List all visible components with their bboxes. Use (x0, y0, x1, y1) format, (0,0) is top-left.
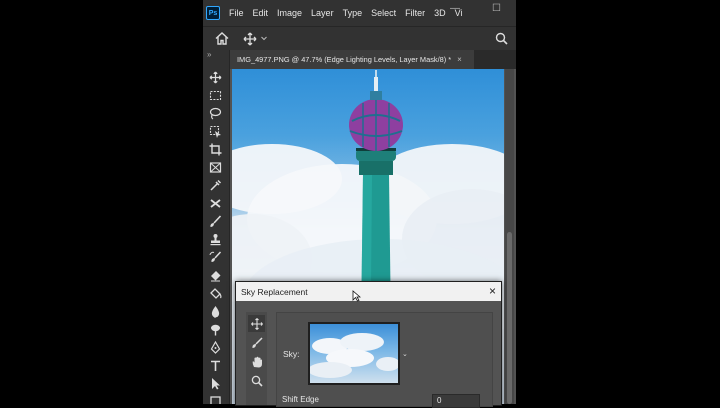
sky-preview-image (310, 333, 398, 378)
minimize-button[interactable]: — (450, 3, 460, 14)
sky-preset-thumbnail[interactable] (308, 322, 400, 385)
photoshop-logo: Ps (206, 6, 220, 20)
close-tab-icon[interactable]: × (457, 55, 462, 64)
search-icon[interactable] (495, 32, 508, 45)
blur-tool-icon[interactable] (207, 304, 224, 319)
sky-dropdown-chevron-icon[interactable]: ⌄ (402, 350, 408, 358)
menu-edit[interactable]: Edit (253, 8, 269, 18)
healing-tool-icon[interactable] (207, 196, 224, 211)
menu-bar: Ps File Edit Image Layer Type Select Fil… (203, 0, 516, 26)
move-sky-tool-icon[interactable] (248, 315, 265, 332)
move-tool-icon[interactable] (207, 70, 224, 85)
frame-tool-icon[interactable] (207, 160, 224, 175)
shift-edge-label: Shift Edge (282, 395, 319, 404)
move-icon[interactable] (243, 32, 257, 46)
hand-tool-icon[interactable] (248, 353, 265, 370)
menu-3d[interactable]: 3D (434, 8, 446, 18)
home-icon[interactable] (215, 32, 229, 45)
menu-select[interactable]: Select (371, 8, 396, 18)
pen-tool-icon[interactable] (207, 340, 224, 355)
mouse-cursor-icon (352, 290, 361, 302)
sky-brush-tool-icon[interactable] (248, 334, 265, 351)
document-tab-bar: IMG_4977.PNG @ 47.7% (Edge Lighting Leve… (230, 50, 516, 69)
chevron-down-icon[interactable] (261, 36, 267, 41)
panel-grip-icon[interactable]: » (207, 50, 211, 59)
eyedropper-tool-icon[interactable] (207, 178, 224, 193)
shift-edge-input[interactable]: 0 (432, 394, 480, 408)
dialog-title-bar[interactable]: Sky Replacement × (236, 282, 501, 301)
menu-type[interactable]: Type (343, 8, 363, 18)
options-bar (203, 26, 516, 51)
sky-replacement-dialog: Sky Replacement × Sky: ⌄ Shift Edge 0 (235, 281, 502, 408)
tools-panel: » (203, 50, 230, 404)
eraser-tool-icon[interactable] (207, 268, 224, 283)
crop-tool-icon[interactable] (207, 142, 224, 157)
scrollbar-thumb[interactable] (507, 232, 512, 404)
menu-image[interactable]: Image (277, 8, 302, 18)
brush-tool-icon[interactable] (207, 214, 224, 229)
clone-stamp-tool-icon[interactable] (207, 232, 224, 247)
main-menu: File Edit Image Layer Type Select Filter… (229, 8, 471, 18)
marquee-tool-icon[interactable] (207, 88, 224, 103)
document-tab[interactable]: IMG_4977.PNG @ 47.7% (Edge Lighting Leve… (230, 50, 474, 69)
close-icon[interactable]: × (489, 284, 496, 298)
maximize-button[interactable]: ☐ (492, 3, 501, 14)
object-selection-tool-icon[interactable] (207, 124, 224, 139)
menu-filter[interactable]: Filter (405, 8, 425, 18)
dialog-tools (246, 312, 267, 405)
rectangle-tool-icon[interactable] (207, 393, 224, 404)
menu-layer[interactable]: Layer (311, 8, 334, 18)
zoom-tool-icon[interactable] (248, 372, 265, 389)
sky-label: Sky: (283, 349, 300, 359)
dialog-title: Sky Replacement (241, 286, 308, 297)
lasso-tool-icon[interactable] (207, 106, 224, 121)
history-brush-tool-icon[interactable] (207, 250, 224, 265)
paint-bucket-tool-icon[interactable] (207, 286, 224, 301)
document-tab-title: IMG_4977.PNG @ 47.7% (Edge Lighting Leve… (237, 55, 452, 64)
menu-file[interactable]: File (229, 8, 244, 18)
dodge-tool-icon[interactable] (207, 322, 224, 337)
type-tool-icon[interactable] (207, 358, 224, 373)
path-selection-tool-icon[interactable] (207, 376, 224, 391)
